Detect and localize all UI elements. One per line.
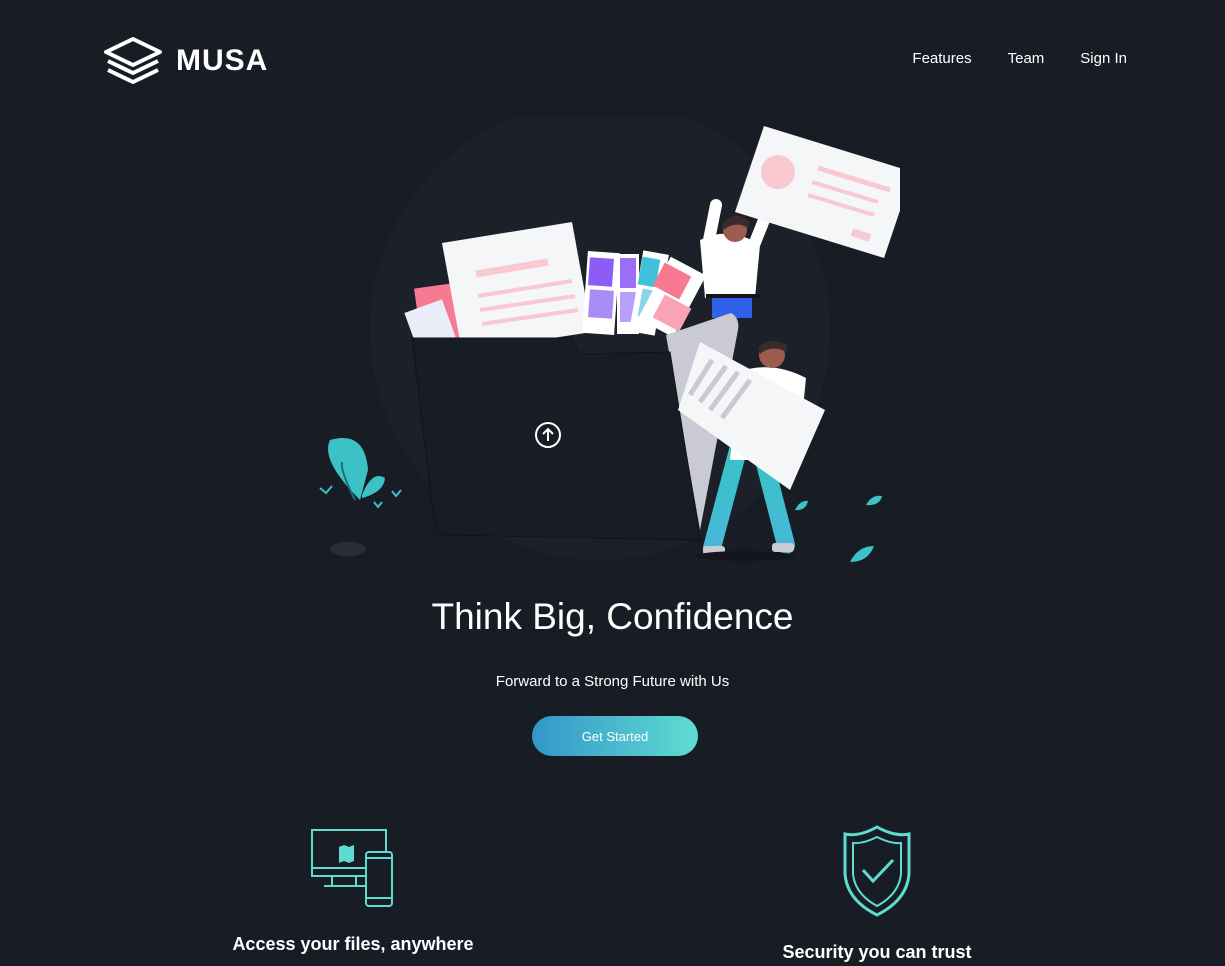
hero-title: Think Big, Confidence bbox=[431, 596, 794, 637]
brand-name: MUSA bbox=[176, 44, 269, 77]
landing-page: MUSA Features Team Sign In Think Big, Co… bbox=[0, 0, 1225, 966]
hero-illustration bbox=[319, 118, 900, 562]
stacked-layers-icon bbox=[104, 37, 162, 84]
feature-access-files: Access your files, anywhere bbox=[203, 828, 503, 955]
feature-title: Access your files, anywhere bbox=[232, 934, 474, 954]
site-header: MUSA Features Team Sign In bbox=[102, 36, 1127, 86]
shield-check-icon bbox=[843, 825, 911, 917]
nav-team-link[interactable]: Team bbox=[1008, 50, 1045, 67]
get-started-button[interactable]: Get Started bbox=[532, 716, 698, 756]
ground-shadow bbox=[695, 551, 795, 561]
folder bbox=[411, 313, 739, 541]
nav-sign-in-link[interactable]: Sign In bbox=[1080, 50, 1127, 67]
devices-icon bbox=[311, 829, 393, 907]
leaf bbox=[850, 546, 874, 562]
feature-title: Security you can trust bbox=[782, 942, 972, 962]
plant bbox=[319, 438, 402, 556]
nav-features-link[interactable]: Features bbox=[912, 50, 971, 67]
hero-subtitle: Forward to a Strong Future with Us bbox=[495, 673, 730, 690]
brand-logo-link[interactable]: MUSA bbox=[102, 36, 268, 86]
leaf bbox=[795, 500, 808, 511]
leaf bbox=[866, 495, 882, 506]
document-paper bbox=[442, 222, 592, 352]
main-nav: Features Team Sign In bbox=[912, 50, 1127, 67]
feature-security: Security you can trust bbox=[727, 824, 1027, 963]
